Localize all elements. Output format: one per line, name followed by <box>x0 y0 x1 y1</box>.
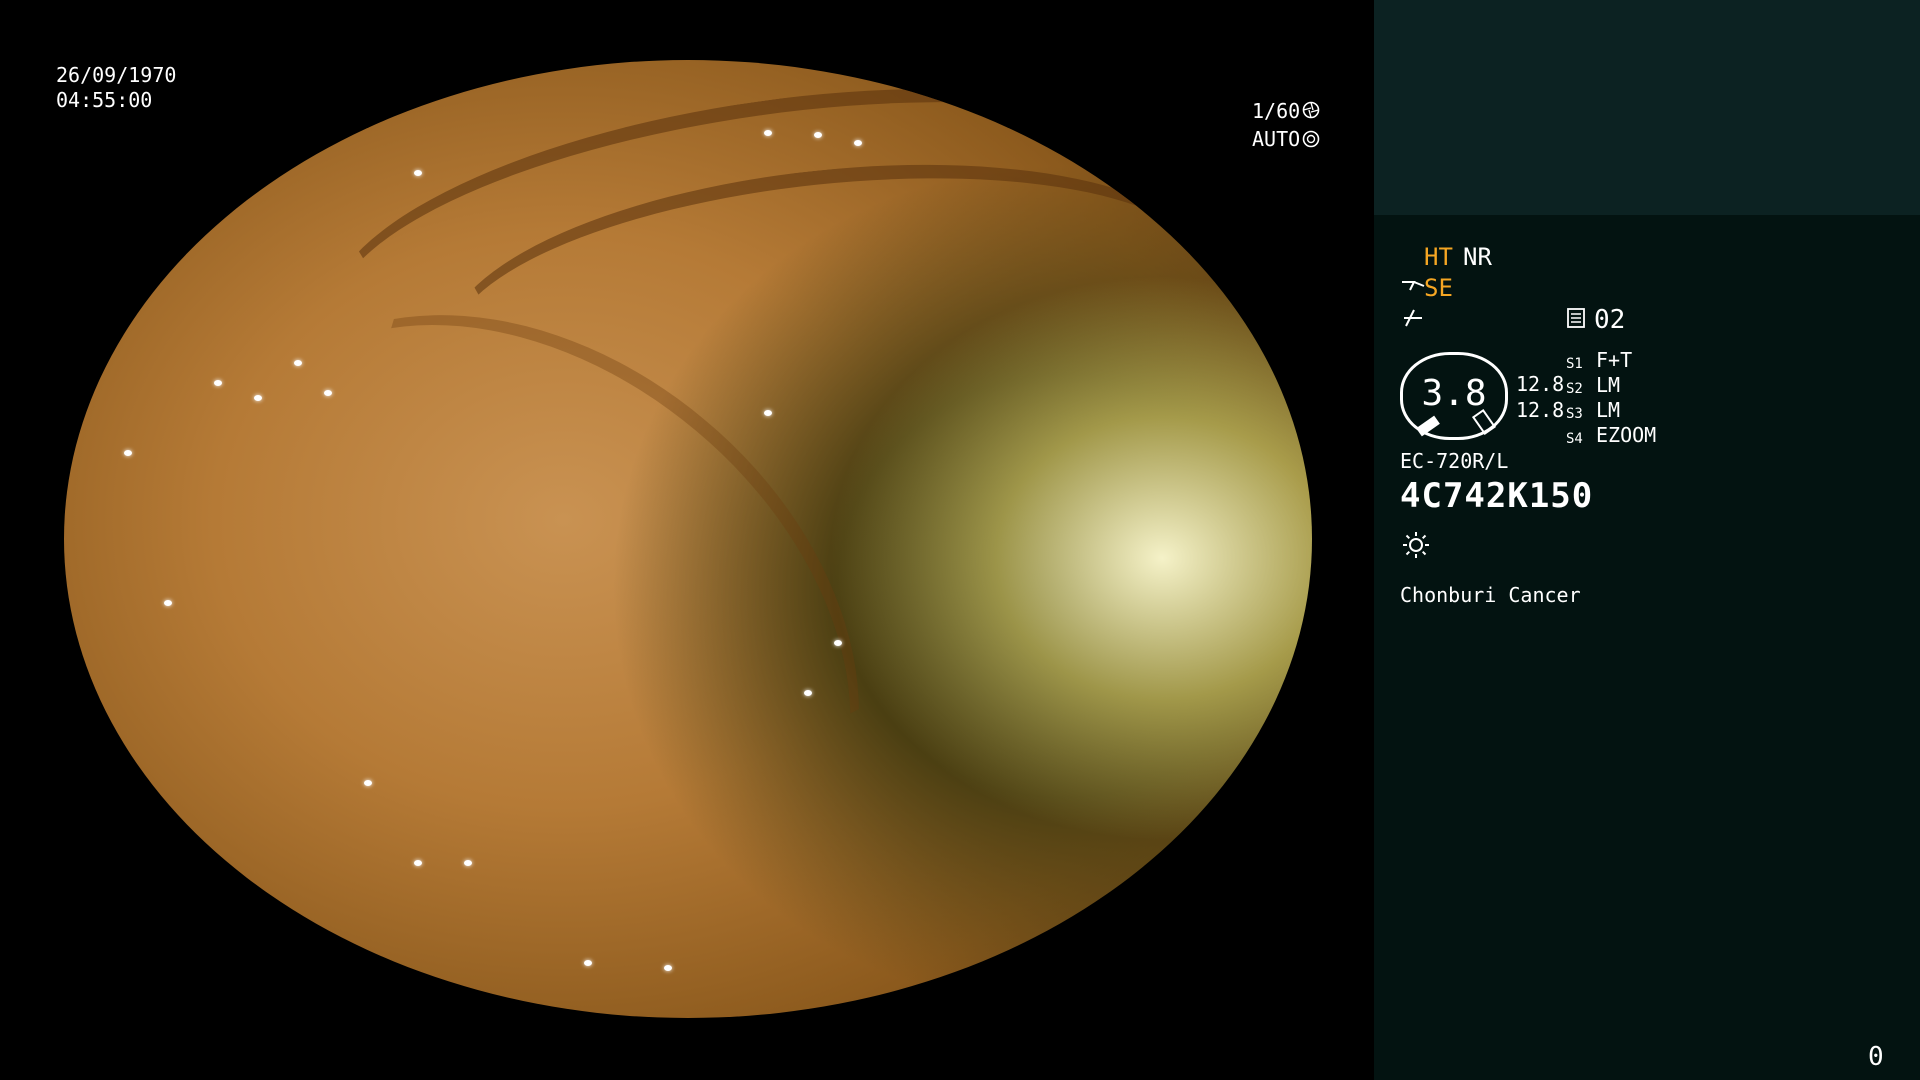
switch-4-key: S4 <box>1566 431 1583 447</box>
light-reflection <box>364 780 372 786</box>
gauge-side-value-1: 12.8 <box>1516 372 1565 396</box>
exam-date: 26/09/1970 <box>56 63 177 87</box>
scope-mask-bottom <box>0 1018 1374 1080</box>
shutter-speed: 1/60 <box>1252 99 1301 123</box>
light-reflection <box>834 640 842 646</box>
institution-name: Chonburi Cancer <box>1400 583 1581 607</box>
light-reflection <box>414 860 422 866</box>
scope-mask-top <box>0 0 1374 60</box>
frame-counter: 0 <box>1868 1042 1884 1072</box>
iris-mode: AUTO <box>1252 127 1301 151</box>
memory-number: 02 <box>1594 305 1626 335</box>
light-reflection <box>664 965 672 971</box>
se-indicator: SE <box>1424 274 1453 302</box>
switch-3-key: S3 <box>1566 406 1583 422</box>
scope-model: EC-720R/L <box>1400 449 1509 473</box>
info-panel-header <box>1374 0 1920 215</box>
light-reflection <box>324 390 332 396</box>
light-reflection <box>764 410 772 416</box>
switch-3-value: LM <box>1596 398 1621 422</box>
exam-time: 04:55:00 <box>56 88 153 112</box>
aperture-icon <box>1302 101 1320 123</box>
light-reflection <box>164 600 172 606</box>
switch-2-key: S2 <box>1566 381 1583 397</box>
switch-1-value: F+T <box>1596 348 1633 372</box>
light-reflection <box>414 170 422 176</box>
light-reflection <box>464 80 472 86</box>
gauge: 3.8 <box>1400 352 1508 440</box>
light-reflection <box>124 450 132 456</box>
switch-2-value: LM <box>1596 373 1621 397</box>
memory-card-icon <box>1566 307 1586 333</box>
iris-icon <box>1302 130 1320 152</box>
enhance-icon <box>1402 306 1424 334</box>
light-reflection <box>764 130 772 136</box>
light-reflection <box>464 860 472 866</box>
gauge-marker-left <box>1416 415 1440 437</box>
gauge-side-value-2: 12.8 <box>1516 398 1565 422</box>
gauge-value: 3.8 <box>1421 373 1487 414</box>
switch-4-value: EZOOM <box>1596 423 1657 447</box>
scope-serial: 4C742K150 <box>1400 476 1594 516</box>
light-reflection <box>294 360 302 366</box>
switch-1-key: S1 <box>1566 356 1583 372</box>
light-reflection <box>214 380 222 386</box>
nr-indicator: NR <box>1463 243 1492 271</box>
endoscope-image <box>64 60 1312 1018</box>
ht-indicator: HT <box>1424 243 1453 271</box>
scope-tip-icon <box>1400 276 1426 302</box>
light-reflection <box>254 395 262 401</box>
brightness-icon <box>1402 531 1430 563</box>
light-reflection <box>854 140 862 146</box>
light-reflection <box>814 132 822 138</box>
light-reflection <box>804 690 812 696</box>
light-reflection <box>584 960 592 966</box>
